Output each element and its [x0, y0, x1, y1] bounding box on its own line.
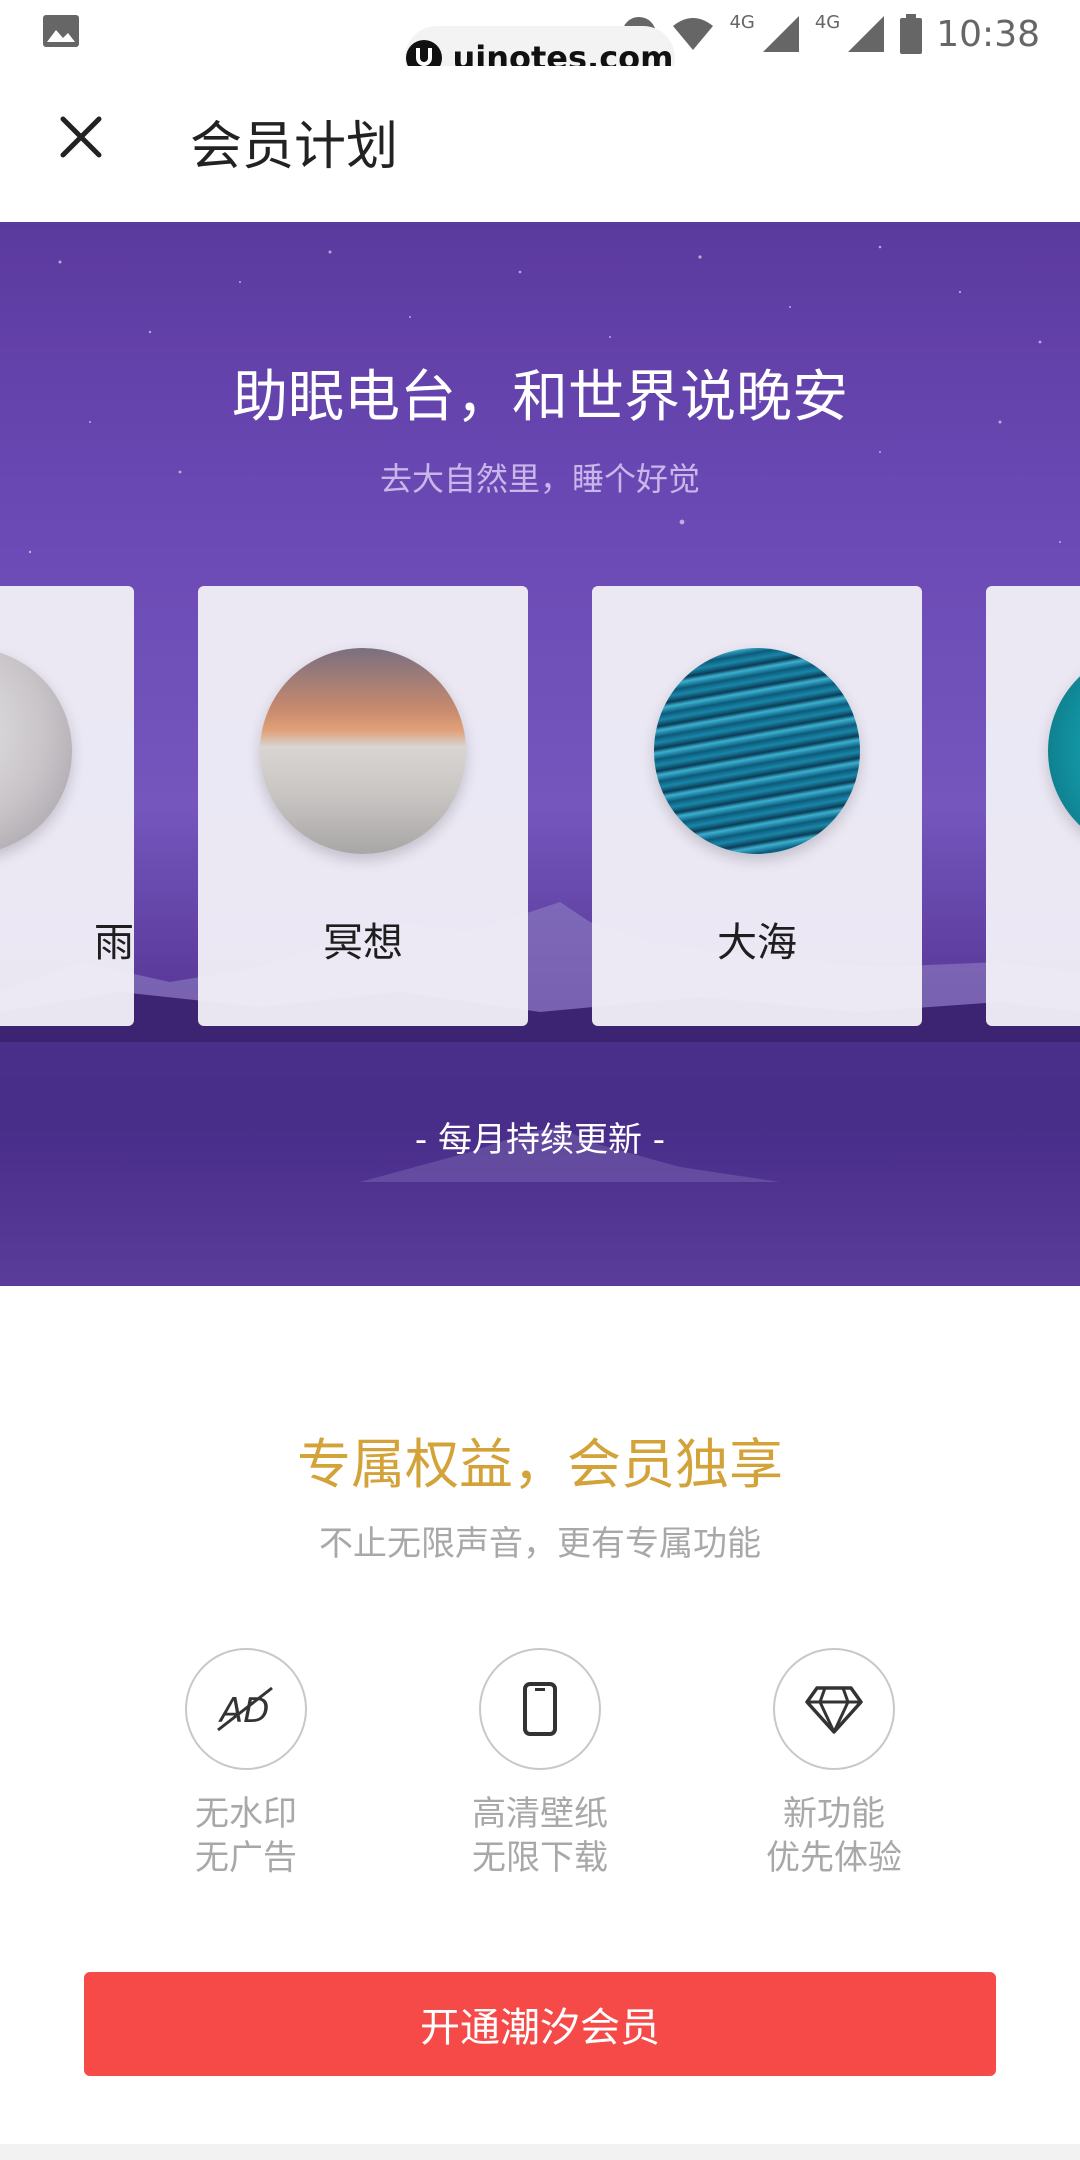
- page-title: 会员计划: [190, 117, 399, 177]
- card-label: 冥想: [323, 920, 403, 966]
- top-app-bar: 会员计划: [0, 66, 1080, 222]
- signal-icon: [848, 16, 885, 52]
- battery-icon: [900, 14, 923, 54]
- phone-icon: [523, 1682, 557, 1736]
- network-type-2: 4G: [814, 11, 841, 33]
- benefit-line-2: 优先体验: [766, 1838, 902, 1878]
- subscribe-button[interactable]: 开通潮汐会员: [84, 1972, 996, 2076]
- benefit-line-1: 无水印: [195, 1794, 297, 1834]
- close-button[interactable]: [50, 106, 112, 168]
- signal-icon: [762, 16, 799, 52]
- sound-card-meditation[interactable]: 冥想: [198, 586, 528, 1026]
- sound-card-rain[interactable]: 雨: [0, 586, 134, 1026]
- benefit-new-features: 新功能 优先体验: [714, 1648, 954, 1880]
- card-label: 雨: [94, 920, 134, 966]
- hero-subtitle: 去大自然里，睡个好觉: [379, 460, 700, 498]
- benefit-line-1: 新功能: [783, 1794, 885, 1834]
- benefits-subtitle: 不止无限声音，更有专属功能: [319, 1524, 761, 1564]
- benefit-line-2: 无广告: [195, 1838, 297, 1878]
- benefit-icon-circle: [773, 1648, 895, 1770]
- bottom-divider: [0, 2144, 1080, 2160]
- card-label: 大海: [717, 920, 797, 966]
- hero-banner: 助眠电台，和世界说晚安 去大自然里，睡个好觉 雨 冥想 大海 - 每月持续更新 …: [0, 222, 1080, 1286]
- benefit-line-1: 高清壁纸: [472, 1794, 608, 1834]
- benefits-title: 专属权益，会员独享: [297, 1433, 783, 1496]
- close-icon: [60, 116, 102, 158]
- sound-card-ocean[interactable]: 大海: [592, 586, 922, 1026]
- status-icons: 4G 4G 10:38: [621, 6, 1040, 62]
- card-thumbnail: [260, 648, 466, 854]
- no-ad-icon: AD: [217, 1686, 273, 1732]
- benefit-icon-circle: AD: [185, 1648, 307, 1770]
- benefit-line-2: 无限下载: [472, 1838, 608, 1878]
- clock: 10:38: [936, 13, 1040, 55]
- card-thumbnail: [654, 648, 860, 854]
- card-thumbnail: [1048, 648, 1080, 854]
- benefit-icon-circle: [479, 1648, 601, 1770]
- wifi-icon: [673, 18, 714, 50]
- benefit-no-ads: AD 无水印 无广告: [126, 1648, 366, 1880]
- image-icon: [43, 15, 79, 47]
- hero-title: 助眠电台，和世界说晚安: [232, 365, 848, 430]
- hero-footer-note: - 每月持续更新 -: [414, 1120, 666, 1160]
- sound-card-partial[interactable]: [986, 586, 1080, 1026]
- network-type-1: 4G: [729, 11, 755, 33]
- benefit-wallpaper: 高清壁纸 无限下载: [420, 1648, 660, 1880]
- card-thumbnail: [0, 648, 72, 854]
- diamond-icon: [805, 1686, 863, 1734]
